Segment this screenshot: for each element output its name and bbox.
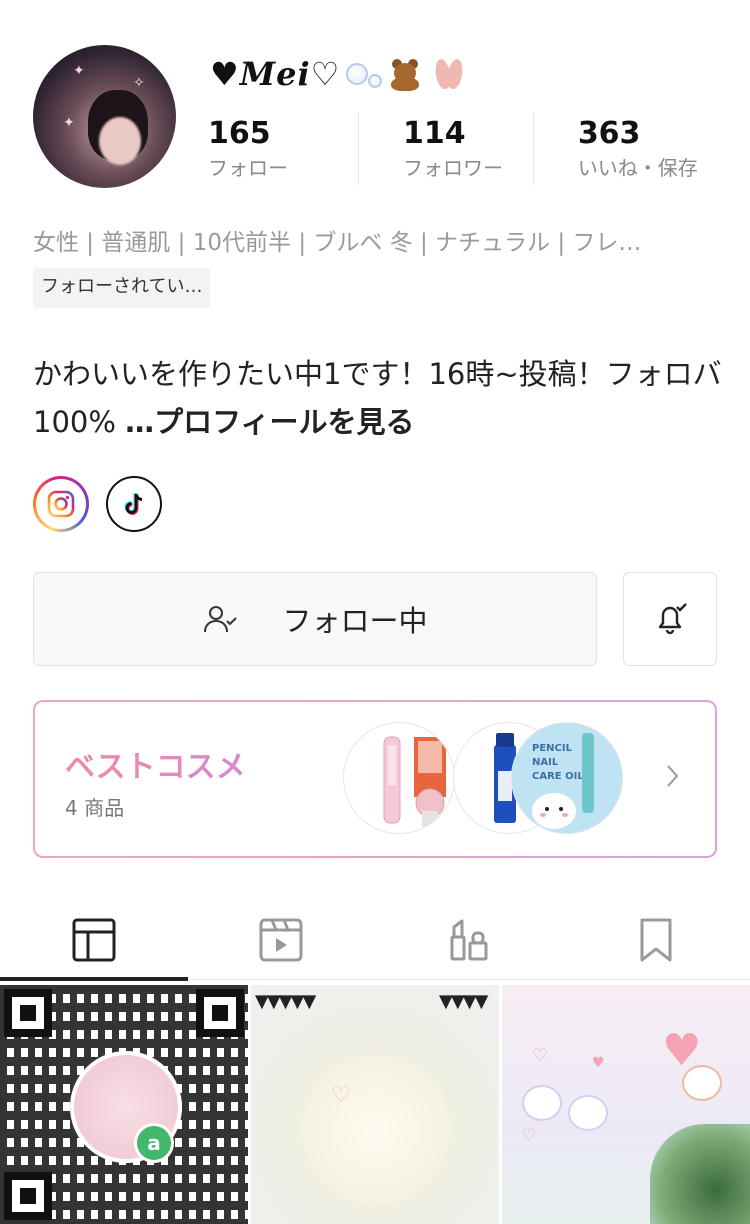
sparkle-icon: ✦ xyxy=(63,115,75,131)
best-cosme-title: ベストコスメ xyxy=(65,742,246,786)
stat-likes[interactable]: 363 いいね・保存 xyxy=(578,112,728,186)
post-thumbnail-2[interactable]: ▼▼▼▼▼ ▼▼▼▼ ♡ xyxy=(251,985,499,1224)
heart-icon: ♥ xyxy=(592,1055,605,1071)
following-button[interactable]: フォロー中 xyxy=(33,572,597,666)
heart-icon: ♡ xyxy=(331,1083,351,1108)
stat-followers[interactable]: 114 フォロワー xyxy=(403,112,533,186)
svg-text:NAIL: NAIL xyxy=(532,757,559,768)
sparkle-icon: ✦ xyxy=(73,63,85,79)
stat-following[interactable]: 165 フォロー xyxy=(208,112,358,186)
tab-posts[interactable] xyxy=(0,900,188,981)
best-cosme-count: 4 商品 xyxy=(65,796,125,820)
profile-avatar[interactable]: ✦ ✧ ✦ xyxy=(33,45,176,188)
bunny-sticker-icon xyxy=(568,1095,608,1131)
post-image-blur xyxy=(301,1055,451,1205)
qr-finder xyxy=(4,989,52,1037)
heart-icon: ♡ xyxy=(532,1045,549,1066)
app-badge-icon: a xyxy=(134,1123,174,1163)
follows-you-badge: フォローされてい… xyxy=(33,268,211,308)
bear-sticker-icon xyxy=(682,1065,722,1101)
heart-icon: ♡ xyxy=(522,1125,537,1144)
post-thumbnail-1[interactable]: a xyxy=(0,985,248,1224)
bunting-flags-icon: ▼▼▼▼ xyxy=(439,991,488,1012)
tiktok-icon xyxy=(124,493,143,515)
qr-finder xyxy=(4,1172,52,1220)
profile-tabs xyxy=(0,900,750,981)
stat-likes-label: いいね・保存 xyxy=(577,156,698,180)
grid-icon xyxy=(72,918,116,962)
following-button-label: フォロー中 xyxy=(282,604,428,638)
stat-divider xyxy=(358,112,360,186)
avatar-face xyxy=(99,117,141,165)
username: ♥Mei♡ xyxy=(210,52,466,96)
stat-followers-count: 114 xyxy=(403,116,466,151)
bookmark-icon xyxy=(640,918,672,962)
username-emoji xyxy=(346,55,466,93)
instagram-icon xyxy=(47,490,75,518)
tree-photo xyxy=(650,1124,750,1224)
tab-cosmetics[interactable] xyxy=(375,900,563,980)
stat-divider xyxy=(532,112,534,186)
tiktok-link[interactable] xyxy=(106,476,162,532)
bell-check-icon xyxy=(658,603,687,635)
lipstick-icon xyxy=(450,919,488,961)
ballet-shoes-emoji-icon xyxy=(428,55,466,93)
sparkle-icon: ✧ xyxy=(133,75,145,91)
bunting-flags-icon: ▼▼▼▼▼ xyxy=(255,991,316,1012)
bubble-emoji-icon xyxy=(346,63,369,85)
profile-bio: かわいいを作りたい中1です！16時~投稿！フォロバ100% …プロフィールを見る xyxy=(33,350,723,446)
stat-following-count: 165 xyxy=(208,116,271,151)
stat-likes-count: 363 xyxy=(577,116,641,151)
stat-following-label: フォロー xyxy=(208,156,288,180)
see-profile-link[interactable]: …プロフィールを見る xyxy=(125,405,414,439)
post-thumbnail-3[interactable]: ♥ ♡ ♥ ♡ xyxy=(502,985,750,1224)
chevron-right-icon xyxy=(665,762,681,794)
best-cosme-card[interactable]: ベストコスメ 4 商品 PENCIL NAIL CARE OIL xyxy=(33,700,717,858)
notification-button[interactable] xyxy=(623,572,717,666)
cosme-thumb-3[interactable]: PENCIL NAIL CARE OIL xyxy=(511,722,623,834)
profile-stats: 165 フォロー 114 フォロワー 363 いいね・保存 xyxy=(208,112,728,186)
instagram-link[interactable] xyxy=(33,476,89,532)
video-icon xyxy=(259,918,303,962)
posts-grid: a ▼▼▼▼▼ ▼▼▼▼ ♡ ♥ ♡ ♥ ♡ xyxy=(0,985,750,1224)
tab-saved[interactable] xyxy=(563,900,750,980)
profile-attributes: 女性 | 普通肌 | 10代前半 | ブルベ 冬 | ナチュラル | フレ… xyxy=(33,230,642,256)
teddy-bear-emoji-icon xyxy=(386,57,424,91)
tab-videos[interactable] xyxy=(188,900,376,980)
stat-followers-label: フォロワー xyxy=(403,156,504,180)
svg-text:CARE OIL: CARE OIL xyxy=(532,771,584,782)
username-text: ♥Mei♡ xyxy=(210,55,341,93)
qr-finder xyxy=(196,989,244,1037)
svg-text:PENCIL: PENCIL xyxy=(532,743,573,754)
bubble-emoji-icon xyxy=(368,74,383,88)
user-check-icon xyxy=(204,606,238,633)
cosme-thumb-1[interactable] xyxy=(343,722,455,834)
bunny-sticker-icon xyxy=(522,1085,562,1121)
